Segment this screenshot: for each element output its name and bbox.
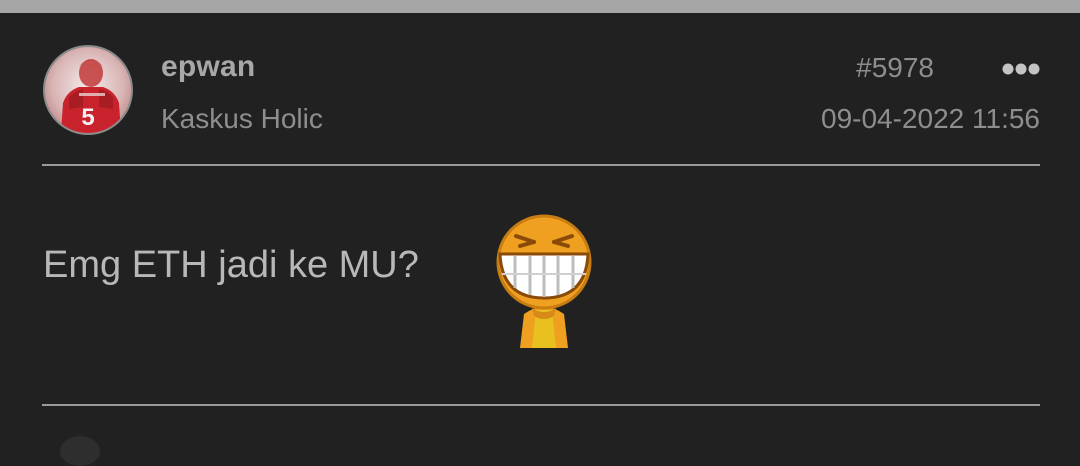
header-divider — [42, 164, 1040, 166]
post-number[interactable]: #5978 — [856, 52, 934, 84]
avatar[interactable]: 5 — [43, 45, 133, 135]
author-username[interactable]: epwan — [161, 50, 255, 84]
post-message: Emg ETH jadi ke MU? — [43, 244, 419, 286]
laughing-emoticon-icon — [490, 202, 598, 348]
jersey-number: 5 — [81, 104, 94, 131]
top-strip — [0, 0, 1080, 13]
post-timestamp: 09-04-2022 11:56 — [821, 103, 1040, 134]
avatar-footballer-icon: 5 — [61, 59, 121, 133]
author-rank: Kaskus Holic — [161, 103, 323, 134]
footer-divider — [42, 404, 1040, 406]
more-options-icon[interactable] — [1000, 58, 1042, 80]
footer-action-icon[interactable] — [60, 436, 100, 466]
